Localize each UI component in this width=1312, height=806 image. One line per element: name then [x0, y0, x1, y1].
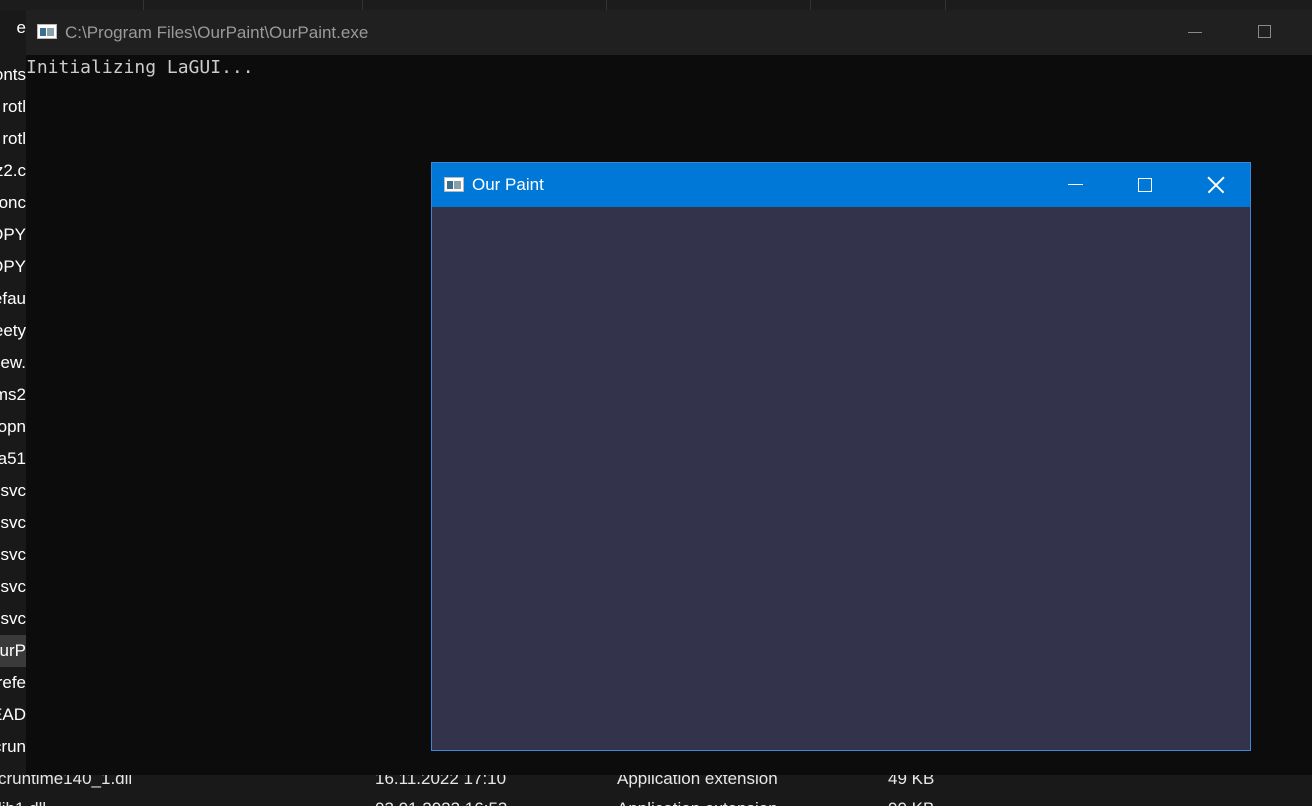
- file-name[interactable]: ms2: [0, 379, 26, 411]
- file-name[interactable]: ew.: [0, 347, 26, 379]
- column-separator[interactable]: [945, 0, 946, 10]
- console-window-title: C:\Program Files\OurPaint\OurPaint.exe: [65, 23, 369, 42]
- file-row-date: 03.01.2023 16:53: [375, 793, 507, 806]
- column-separator[interactable]: [606, 0, 607, 10]
- close-icon[interactable]: [1207, 176, 1225, 194]
- paint-canvas[interactable]: [432, 207, 1250, 750]
- file-name[interactable]: svc: [0, 475, 27, 507]
- column-separator[interactable]: [810, 0, 811, 10]
- file-name[interactable]: crun: [0, 731, 26, 763]
- column-headers: [0, 0, 1312, 10]
- maximize-icon[interactable]: [1138, 178, 1152, 192]
- file-name-column: e onts rotl rotl z2.c onc OPY OPY efau e…: [0, 10, 26, 775]
- file-name[interactable]: svc: [0, 507, 27, 539]
- file-name[interactable]: e: [0, 12, 26, 44]
- file-row-size: 90 KB: [888, 793, 934, 806]
- file-name[interactable]: rotl: [0, 91, 26, 123]
- file-name[interactable]: EAD: [0, 699, 26, 731]
- app-icon: [37, 24, 57, 39]
- console-titlebar[interactable]: C:\Program Files\OurPaint\OurPaint.exe: [26, 10, 1312, 55]
- file-name[interactable]: OPY: [0, 251, 26, 283]
- file-row-name: lib1.dll: [0, 793, 46, 806]
- file-name[interactable]: opn: [0, 411, 26, 443]
- file-name-selected[interactable]: urP: [0, 635, 26, 667]
- column-separator[interactable]: [143, 0, 144, 10]
- file-name[interactable]: refe: [0, 667, 26, 699]
- file-name[interactable]: rotl: [0, 123, 26, 155]
- minimize-icon[interactable]: [1188, 24, 1204, 40]
- minimize-icon[interactable]: [1068, 177, 1084, 193]
- file-name[interactable]: OPY: [0, 219, 26, 251]
- file-name[interactable]: svc: [0, 603, 27, 635]
- file-name[interactable]: svc: [0, 539, 27, 571]
- file-name[interactable]: efau: [0, 283, 26, 315]
- desktop: e onts rotl rotl z2.c onc OPY OPY efau e…: [0, 0, 1312, 806]
- paint-titlebar[interactable]: Our Paint: [432, 163, 1250, 207]
- console-output: Initializing LaGUI...: [26, 57, 254, 78]
- file-name[interactable]: eety: [0, 315, 26, 347]
- app-icon: [444, 177, 464, 192]
- maximize-icon[interactable]: [1258, 25, 1271, 38]
- file-name[interactable]: a51: [0, 443, 26, 475]
- column-separator[interactable]: [362, 0, 363, 10]
- file-name[interactable]: z2.c: [0, 155, 26, 187]
- file-row-type: Application extension: [617, 793, 778, 806]
- file-name[interactable]: onc: [0, 187, 26, 219]
- our-paint-window[interactable]: Our Paint: [431, 162, 1251, 751]
- file-name[interactable]: svc: [0, 571, 27, 603]
- file-row[interactable]: lib1.dll 03.01.2023 16:53 Application ex…: [0, 793, 1312, 806]
- paint-window-title: Our Paint: [472, 175, 544, 194]
- file-name[interactable]: onts: [0, 59, 26, 91]
